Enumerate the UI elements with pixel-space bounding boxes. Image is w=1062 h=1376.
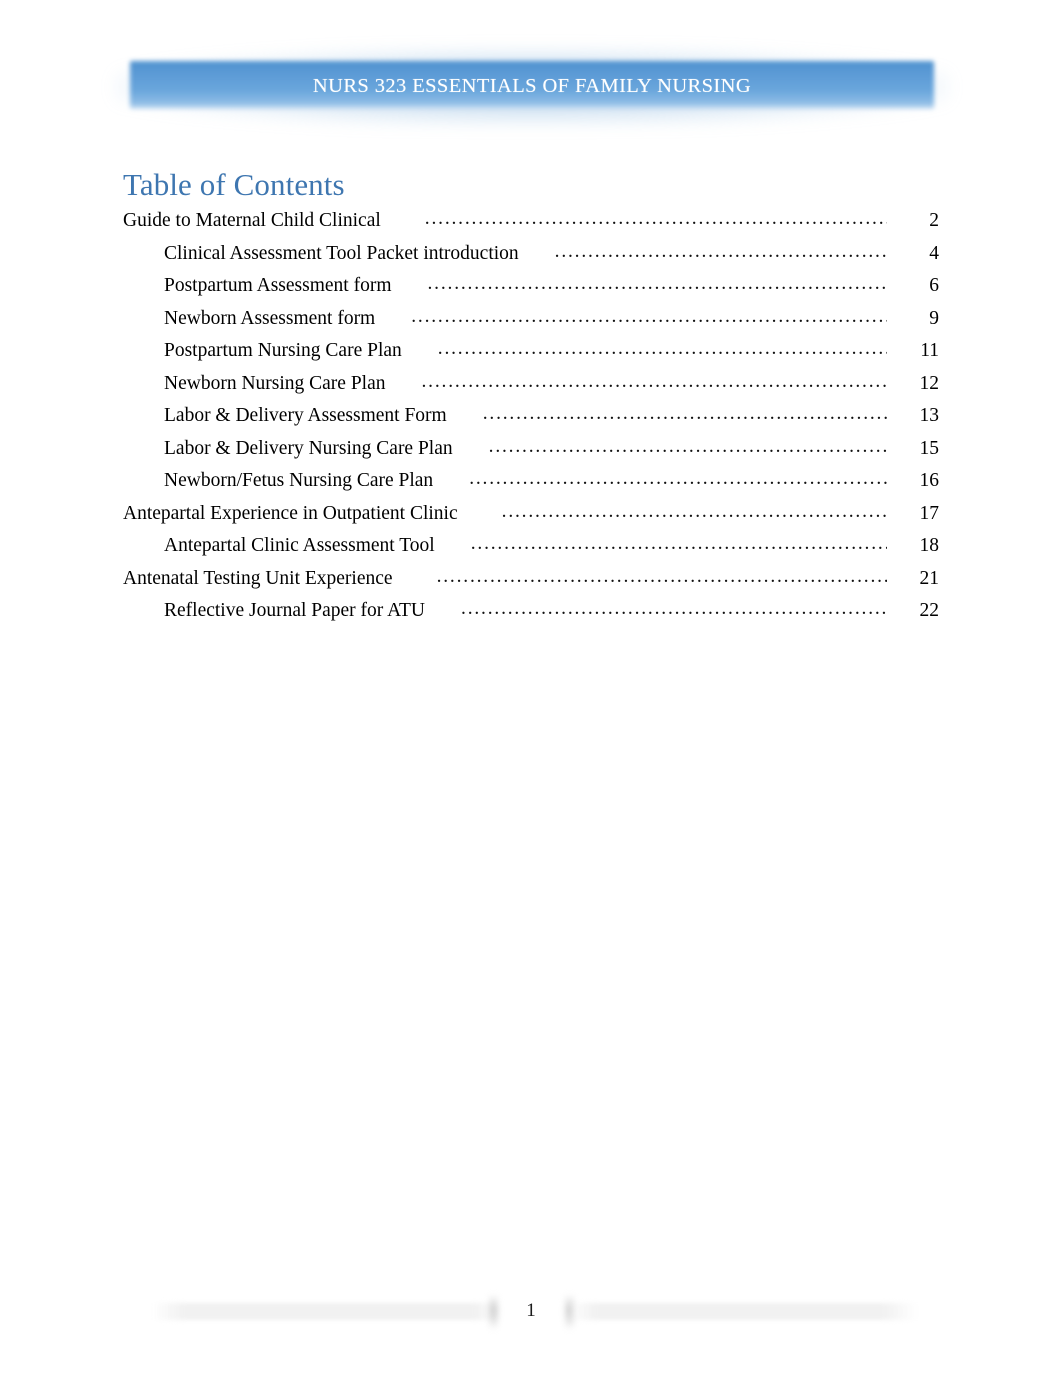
header-banner: NURS 323 ESSENTIALS OF FAMILY NURSING xyxy=(114,48,950,126)
toc-dot-leader xyxy=(422,366,888,399)
toc-dot-leader xyxy=(437,561,887,594)
toc-dot-leader xyxy=(502,496,887,529)
toc-dot-leader xyxy=(555,236,887,269)
toc-entry-label: Postpartum Assessment form xyxy=(164,275,392,296)
toc-entry[interactable]: Guide to Maternal Child Clinical 2 xyxy=(123,205,939,238)
toc-entry-page-number: 16 xyxy=(919,470,940,491)
header-banner-title: NURS 323 ESSENTIALS OF FAMILY NURSING xyxy=(312,74,752,97)
toc-entry-page-number: 18 xyxy=(919,535,940,556)
toc-entry[interactable]: Antenatal Testing Unit Experience 21 xyxy=(123,563,939,596)
toc-entry[interactable]: Clinical Assessment Tool Packet introduc… xyxy=(123,238,939,271)
page-footer: 1 xyxy=(0,1288,1062,1350)
toc-entry-label: Newborn/Fetus Nursing Care Plan xyxy=(164,470,434,491)
toc-dot-leader xyxy=(428,268,888,301)
toc-entry-page-number: 4 xyxy=(929,242,939,264)
page-title: Table of Contents xyxy=(123,167,345,202)
toc-entry-page-number: 21 xyxy=(919,567,940,589)
toc-entry-label: Antepartal Experience in Outpatient Clin… xyxy=(123,502,458,524)
toc-entry-label: Clinical Assessment Tool Packet introduc… xyxy=(164,242,519,264)
toc-dot-leader xyxy=(411,301,887,334)
toc-entry[interactable]: Antepartal Clinic Assessment Tool 18 xyxy=(123,530,939,563)
footer-page-number: 1 xyxy=(526,1300,536,1321)
toc-dot-leader xyxy=(461,593,887,626)
toc-dot-leader xyxy=(425,203,887,236)
toc-entry-label: Newborn Assessment form xyxy=(164,307,376,329)
toc-entry-label: Labor & Delivery Assessment Form xyxy=(164,405,447,426)
toc-entry[interactable]: Newborn Assessment form 9 xyxy=(123,303,939,336)
table-of-contents: Guide to Maternal Child Clinical 2 Clinica… xyxy=(123,205,939,628)
toc-entry-label: Guide to Maternal Child Clinical xyxy=(123,210,381,231)
toc-entry[interactable]: Labor & Delivery Nursing Care Plan 15 xyxy=(123,433,939,466)
toc-entry-label: Labor & Delivery Nursing Care Plan xyxy=(164,437,453,459)
toc-entry[interactable]: Newborn Nursing Care Plan 12 xyxy=(123,368,939,401)
toc-entry-label: Postpartum Nursing Care Plan xyxy=(164,340,402,361)
toc-entry-page-number: 15 xyxy=(919,437,940,459)
toc-entry-label: Newborn Nursing Care Plan xyxy=(164,372,386,394)
toc-entry-page-number: 11 xyxy=(920,340,939,361)
toc-entry-page-number: 9 xyxy=(929,307,939,329)
toc-entry-label: Antenatal Testing Unit Experience xyxy=(123,567,393,589)
toc-dot-leader xyxy=(471,528,887,561)
toc-entry[interactable]: Postpartum Nursing Care Plan 11 xyxy=(123,335,939,368)
toc-dot-leader xyxy=(483,398,887,431)
toc-dot-leader xyxy=(438,333,887,366)
toc-entry[interactable]: Newborn/Fetus Nursing Care Plan 16 xyxy=(123,465,939,498)
toc-entry-page-number: 12 xyxy=(919,372,940,394)
toc-entry-label: Antepartal Clinic Assessment Tool xyxy=(164,535,435,556)
toc-entry[interactable]: Antepartal Experience in Outpatient Clin… xyxy=(123,498,939,531)
toc-entry[interactable]: Labor & Delivery Assessment Form 13 xyxy=(123,400,939,433)
toc-dot-leader xyxy=(469,463,887,496)
toc-entry-page-number: 13 xyxy=(919,405,940,426)
toc-entry[interactable]: Reflective Journal Paper for ATU 22 xyxy=(123,595,939,628)
toc-dot-leader xyxy=(489,431,887,464)
toc-entry-page-number: 22 xyxy=(919,600,940,621)
toc-entry-page-number: 6 xyxy=(929,275,939,296)
toc-entry-page-number: 17 xyxy=(919,502,940,524)
toc-entry[interactable]: Postpartum Assessment form 6 xyxy=(123,270,939,303)
toc-entry-label: Reflective Journal Paper for ATU xyxy=(164,600,426,621)
toc-entry-page-number: 2 xyxy=(929,210,939,231)
